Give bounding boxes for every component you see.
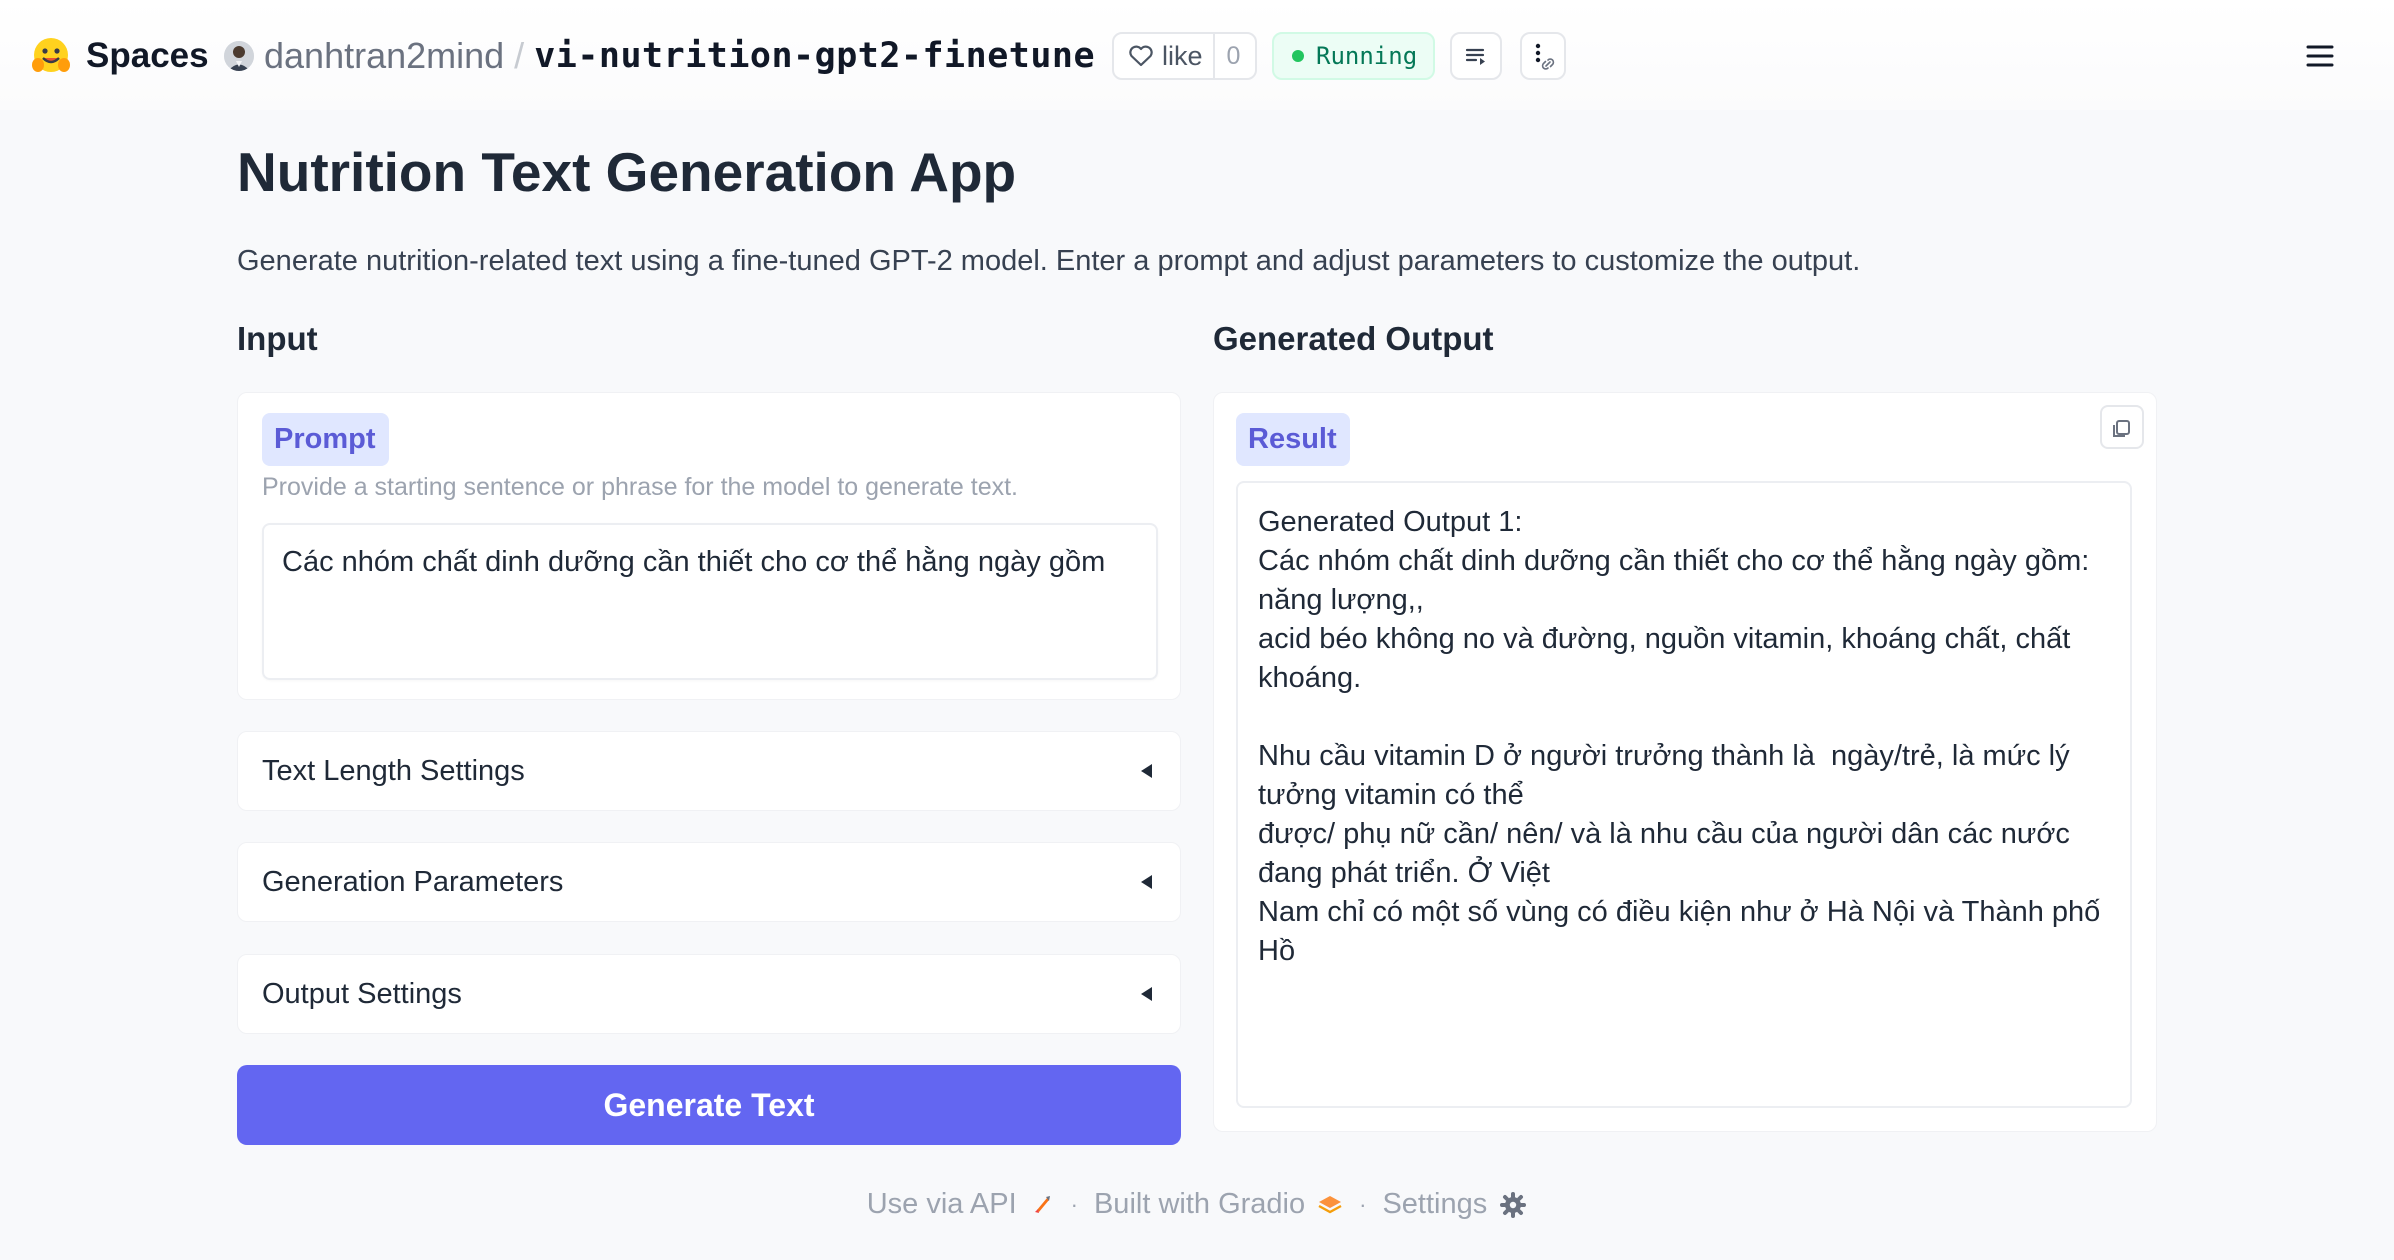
caret-left-icon	[1141, 987, 1152, 1001]
built-with-gradio-link[interactable]: Built with Gradio	[1094, 1188, 1343, 1221]
built-with-gradio-label: Built with Gradio	[1093, 1188, 1306, 1220]
rocket-icon	[1034, 1195, 1050, 1213]
page-description: Generate nutrition-related text using a …	[237, 245, 1861, 277]
gradio-logo-icon	[1318, 1195, 1342, 1213]
prompt-label: Prompt	[262, 413, 389, 466]
accordion-output-settings[interactable]: Output Settings	[237, 954, 1181, 1034]
gear-icon	[1500, 1191, 1527, 1218]
avatar-icon	[224, 41, 254, 71]
output-heading: Generated Output	[1213, 320, 1494, 357]
owner-avatar[interactable]	[224, 41, 254, 71]
caret-left-icon	[1141, 875, 1152, 889]
top-navbar: Spaces danhtran2mind / vi-nutrition-gpt2…	[0, 0, 2394, 110]
logs-button[interactable]	[1450, 32, 1502, 80]
hamburger-menu-icon[interactable]	[2300, 36, 2340, 76]
caret-left-icon	[1141, 764, 1152, 778]
status-badge[interactable]: Running	[1272, 32, 1435, 80]
result-panel: Result Generated Output 1: Các nhóm chất…	[1213, 392, 2157, 1132]
footer-separator: ·	[1359, 1191, 1367, 1217]
like-label: like	[1162, 40, 1203, 71]
spaces-label: Spaces	[86, 36, 209, 75]
like-count[interactable]: 0	[1215, 42, 1253, 71]
generate-text-button[interactable]: Generate Text	[237, 1065, 1181, 1145]
input-heading: Input	[237, 320, 318, 357]
prompt-input[interactable]: Các nhóm chất dinh dưỡng cần thiết cho c…	[262, 523, 1158, 680]
status-label: Running	[1316, 42, 1418, 70]
page-title: Nutrition Text Generation App	[237, 141, 1017, 203]
prompt-hint: Provide a starting sentence or phrase fo…	[262, 473, 1018, 501]
heart-icon	[1129, 45, 1153, 67]
breadcrumb-separator: /	[514, 35, 525, 76]
repo-breadcrumb: danhtran2mind / vi-nutrition-gpt2-finetu…	[224, 32, 1141, 80]
repo-name-link[interactable]: vi-nutrition-gpt2-finetune	[534, 36, 1095, 76]
result-label: Result	[1236, 413, 1350, 466]
accordion-label: Generation Parameters	[262, 865, 564, 898]
use-via-api-label: Use via API	[866, 1188, 1017, 1220]
logs-icon	[1465, 48, 1485, 65]
more-vertical-icon	[1535, 43, 1555, 70]
accordion-label: Text Length Settings	[262, 754, 525, 787]
owner-link[interactable]: danhtran2mind	[264, 35, 504, 77]
prompt-panel: Prompt Provide a starting sentence or ph…	[237, 392, 1181, 700]
hugging-face-logo-icon	[32, 38, 70, 72]
copy-output-button[interactable]	[2100, 405, 2144, 449]
like-button[interactable]: like 0	[1112, 32, 1257, 80]
use-via-api-link[interactable]: Use via API	[867, 1188, 1055, 1221]
link-icon	[1541, 58, 1555, 70]
footer-separator: ·	[1070, 1191, 1078, 1217]
copy-icon	[2113, 420, 2130, 437]
result-output[interactable]: Generated Output 1: Các nhóm chất dinh d…	[1236, 481, 2132, 1108]
accordion-text-length-settings[interactable]: Text Length Settings	[237, 731, 1181, 811]
accordion-generation-parameters[interactable]: Generation Parameters	[237, 842, 1181, 922]
like-toggle[interactable]: like	[1114, 34, 1215, 78]
settings-link[interactable]: Settings	[1382, 1188, 1527, 1221]
accordion-label: Output Settings	[262, 977, 462, 1010]
more-options-button[interactable]	[1520, 32, 1566, 80]
status-dot-icon	[1292, 50, 1304, 62]
spaces-home-link[interactable]: Spaces	[30, 32, 209, 80]
footer: Use via API · Built with Gradio · Settin…	[0, 1188, 2394, 1221]
settings-label: Settings	[1382, 1188, 1488, 1220]
